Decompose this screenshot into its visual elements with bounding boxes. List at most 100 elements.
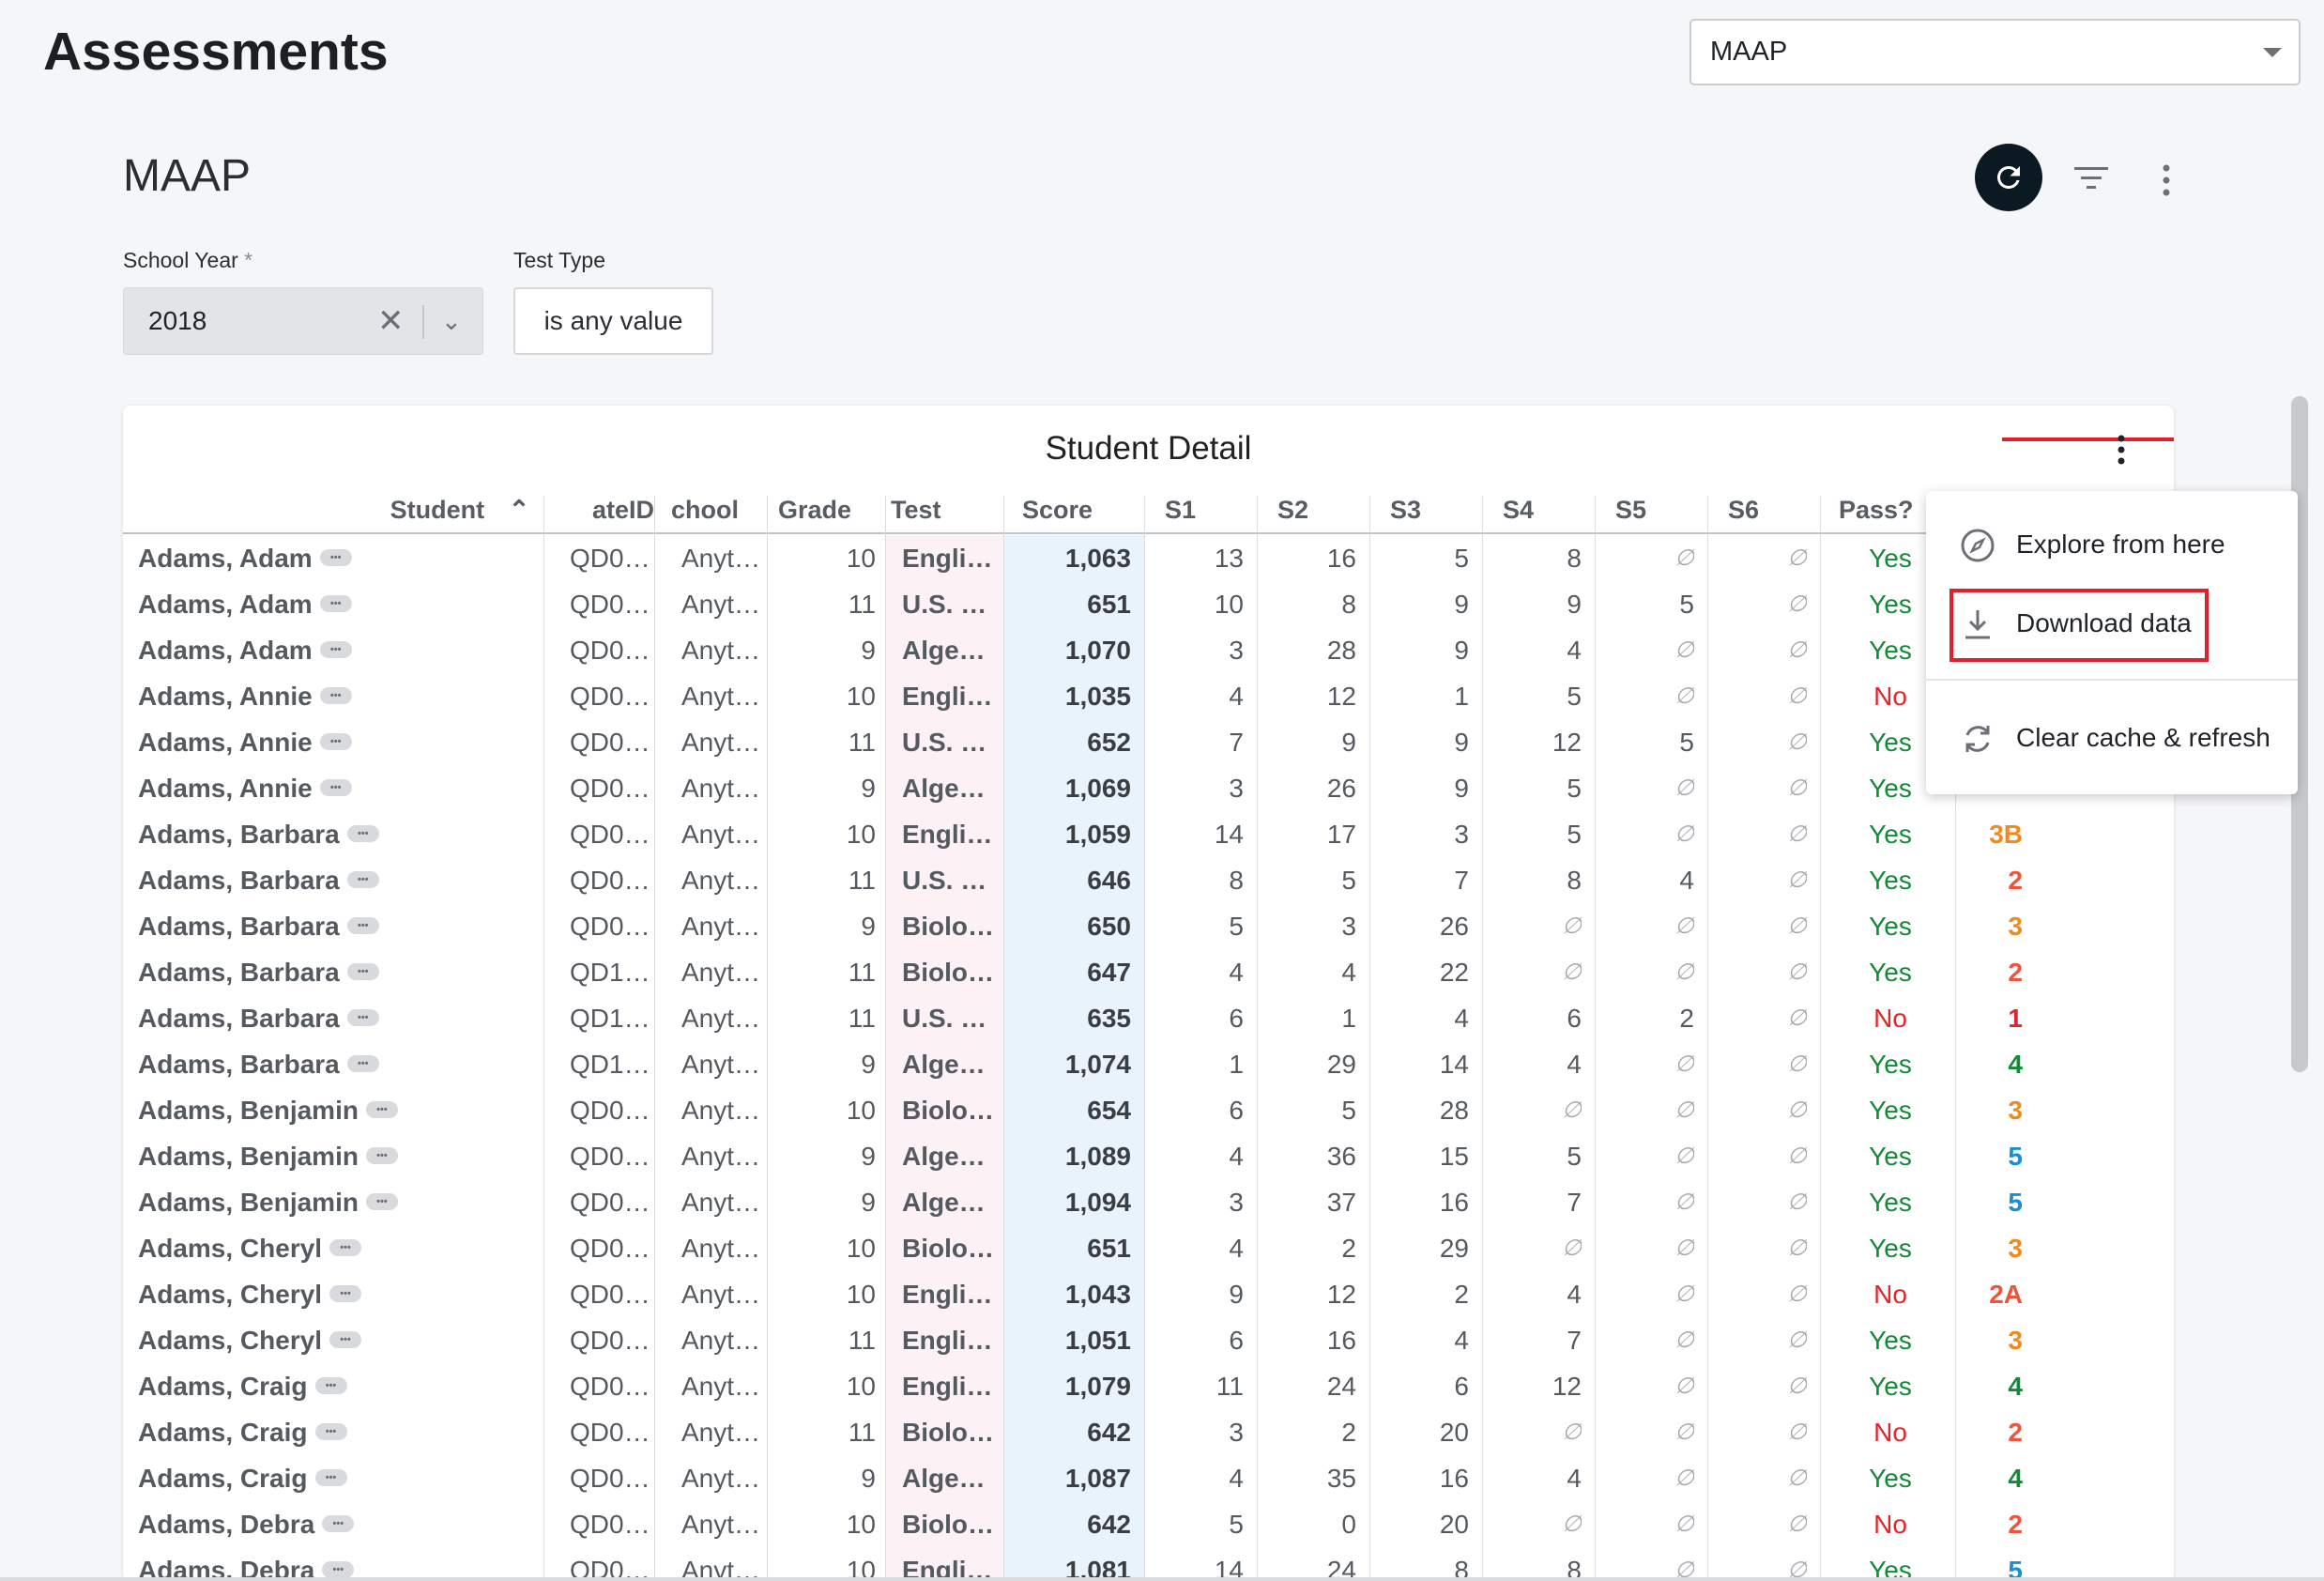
more-options-icon[interactable]: ••• (346, 962, 379, 980)
more-options-icon[interactable]: ••• (319, 548, 352, 566)
clear-icon[interactable]: ✕ (377, 288, 405, 354)
header-score[interactable]: Score (1003, 496, 1144, 533)
more-options-icon[interactable]: ••• (329, 1238, 362, 1256)
table-row[interactable]: Adams, Barbara ••• QD1… Anyt… 11 U.S. … 635 6 1 4… (123, 995, 2174, 1041)
cell-student[interactable]: Adams, Benjamin ••• (138, 1133, 398, 1179)
more-options-icon[interactable]: ••• (346, 870, 379, 888)
more-options-icon[interactable]: ••• (319, 640, 352, 658)
table-row[interactable]: Adams, Cheryl ••• QD0… Anyt… 10 Biolo… 651 4 2 29… (123, 1225, 2174, 1271)
header-s1[interactable]: S1 (1144, 496, 1257, 533)
table-row[interactable]: Adams, Benjamin ••• QD0… Anyt… 10 Biolo… 654 6 5… (123, 1087, 2174, 1133)
table-row[interactable]: Adams, Craig ••• QD0… Anyt… 11 Biolo… 642 3 2 20 ∅… (123, 1409, 2174, 1455)
more-options-icon[interactable]: ••• (319, 594, 352, 612)
cell-student[interactable]: Adams, Benjamin ••• (138, 1179, 398, 1225)
more-options-icon[interactable]: ••• (314, 1422, 347, 1440)
more-options-icon[interactable]: ••• (319, 732, 352, 750)
more-options-icon[interactable]: ••• (365, 1146, 398, 1164)
table-row[interactable]: Adams, Annie ••• QD0… Anyt… 11 U.S. … 652 7 9 9 12… (123, 719, 2174, 765)
more-options-icon[interactable]: ••• (314, 1468, 347, 1486)
header-s6[interactable]: S6 (1707, 496, 1820, 533)
cell-student[interactable]: Adams, Craig ••• (138, 1363, 347, 1409)
cell-student[interactable]: Adams, Craig ••• (138, 1409, 347, 1455)
cell-student[interactable]: Adams, Adam ••• (138, 535, 352, 581)
table-row[interactable]: Adams, Cheryl ••• QD0… Anyt… 11 Engli… 1,051 6 1… (123, 1317, 2174, 1363)
cell-student[interactable]: Adams, Barbara ••• (138, 857, 379, 903)
table-row[interactable]: Adams, Barbara ••• QD1… Anyt… 11 Biolo… 647 4 4 2… (123, 949, 2174, 995)
cell-student[interactable]: Adams, Barbara ••• (138, 949, 379, 995)
table-row[interactable]: Adams, Annie ••• QD0… Anyt… 10 Engli… 1,035 4 12… (123, 673, 2174, 719)
cell-student[interactable]: Adams, Barbara ••• (138, 811, 379, 857)
table-row[interactable]: Adams, Barbara ••• QD0… Anyt… 9 Biolo… 650 5 3 26… (123, 903, 2174, 949)
chevron-down-icon[interactable]: ⌄ (441, 288, 462, 354)
cell-grade: 11 (848, 590, 876, 619)
table-row[interactable]: Adams, Debra ••• QD0… Anyt… 10 Engli… 1,081 14 2… (123, 1547, 2174, 1581)
table-row[interactable]: Adams, Craig ••• QD0… Anyt… 10 Engli… 1,079 11 2… (123, 1363, 2174, 1409)
cell-student[interactable]: Adams, Annie ••• (138, 765, 352, 811)
cell-student[interactable]: Adams, Cheryl ••• (138, 1271, 362, 1317)
more-options-icon[interactable]: ••• (322, 1514, 355, 1532)
table-row[interactable]: Adams, Benjamin ••• QD0… Anyt… 9 Alge… 1,089 4 3… (123, 1133, 2174, 1179)
cell-state-id: QD0… (570, 1418, 650, 1447)
cell-student[interactable]: Adams, Barbara ••• (138, 995, 379, 1041)
more-options-icon[interactable]: ••• (319, 778, 352, 796)
cell-student[interactable]: Adams, Adam ••• (138, 581, 352, 627)
header-s5[interactable]: S5 (1595, 496, 1707, 533)
student-name: Adams, Barbara (138, 866, 340, 895)
header-s3[interactable]: S3 (1369, 496, 1482, 533)
header-student[interactable]: Student ⌃ (352, 496, 568, 533)
header-s4[interactable]: S4 (1482, 496, 1595, 533)
header-state-id[interactable]: ateID (543, 496, 654, 533)
sort-asc-icon: ⌃ (508, 496, 530, 524)
more-options-icon[interactable]: ••• (346, 824, 379, 842)
cell-student[interactable]: Adams, Adam ••• (138, 627, 352, 673)
cell-pass: Yes (1869, 1372, 1912, 1401)
table-row[interactable]: Adams, Adam ••• QD0… Anyt… 11 U.S. … 651 10 8 9 9 5… (123, 581, 2174, 627)
table-row[interactable]: Adams, Adam ••• QD0… Anyt… 10 Engli… 1,063 13 16… (123, 535, 2174, 581)
more-options-icon[interactable]: ••• (314, 1376, 347, 1394)
cell-s6: ∅ (1787, 1005, 1807, 1031)
header-grade[interactable]: Grade (767, 496, 885, 533)
more-options-icon[interactable]: ••• (365, 1100, 398, 1118)
more-options-icon[interactable]: ••• (346, 916, 379, 934)
cell-s2: 12 (1326, 1280, 1356, 1309)
more-options-icon[interactable]: ••• (322, 1560, 355, 1578)
cell-student[interactable]: Adams, Cheryl ••• (138, 1225, 362, 1271)
table-row[interactable]: Adams, Barbara ••• QD0… Anyt… 10 Engli… 1,059 1… (123, 811, 2174, 857)
header-school[interactable]: chool (654, 496, 767, 533)
cell-student[interactable]: Adams, Barbara ••• (138, 903, 379, 949)
table-row[interactable]: Adams, Barbara ••• QD0… Anyt… 11 U.S. … 646 8 5 7… (123, 857, 2174, 903)
tile-menu-icon[interactable] (2112, 434, 2131, 466)
dashboard-menu-icon[interactable] (2154, 161, 2179, 199)
table-row[interactable]: Adams, Debra ••• QD0… Anyt… 10 Biolo… 642 5 0 20 ∅… (123, 1501, 2174, 1547)
school-year-select[interactable]: 2018 ✕ ⌄ (123, 287, 483, 355)
cell-student[interactable]: Adams, Barbara ••• (138, 1041, 379, 1087)
dashboard-select[interactable]: MAAP (1689, 19, 2301, 85)
table-row[interactable]: Adams, Cheryl ••• QD0… Anyt… 10 Engli… 1,043 9 1… (123, 1271, 2174, 1317)
cell-student[interactable]: Adams, Debra ••• (138, 1501, 355, 1547)
cell-student[interactable]: Adams, Debra ••• (138, 1547, 355, 1581)
filter-icon[interactable] (2072, 164, 2110, 192)
menu-item-clear-cache[interactable]: Clear cache & refresh (1926, 705, 2298, 771)
more-options-icon[interactable]: ••• (319, 686, 352, 704)
table-row[interactable]: Adams, Craig ••• QD0… Anyt… 9 Alge… 1,087 4 35 16… (123, 1455, 2174, 1501)
cell-s4: ∅ (1562, 1512, 1582, 1537)
table-row[interactable]: Adams, Barbara ••• QD1… Anyt… 9 Alge… 1,074 1 29… (123, 1041, 2174, 1087)
reload-button[interactable] (1975, 144, 2042, 211)
cell-student[interactable]: Adams, Annie ••• (138, 719, 352, 765)
cell-student[interactable]: Adams, Craig ••• (138, 1455, 347, 1501)
more-options-icon[interactable]: ••• (365, 1192, 398, 1210)
table-row[interactable]: Adams, Benjamin ••• QD0… Anyt… 9 Alge… 1,094 3 3… (123, 1179, 2174, 1225)
menu-item-explore[interactable]: Explore from here (1926, 512, 2298, 577)
header-s2[interactable]: S2 (1257, 496, 1369, 533)
more-options-icon[interactable]: ••• (329, 1330, 362, 1348)
cell-student[interactable]: Adams, Benjamin ••• (138, 1087, 398, 1133)
more-options-icon[interactable]: ••• (329, 1284, 362, 1302)
header-test[interactable]: Test (885, 496, 1003, 533)
table-row[interactable]: Adams, Adam ••• QD0… Anyt… 9 Alge… 1,070 3 28 9 4 ∅… (123, 627, 2174, 673)
cell-student[interactable]: Adams, Cheryl ••• (138, 1317, 362, 1363)
more-options-icon[interactable]: ••• (346, 1008, 379, 1026)
test-type-filter[interactable]: is any value (513, 287, 713, 355)
more-options-icon[interactable]: ••• (346, 1054, 379, 1072)
table-row[interactable]: Adams, Annie ••• QD0… Anyt… 9 Alge… 1,069 3 26 9 5… (123, 765, 2174, 811)
cell-student[interactable]: Adams, Annie ••• (138, 673, 352, 719)
